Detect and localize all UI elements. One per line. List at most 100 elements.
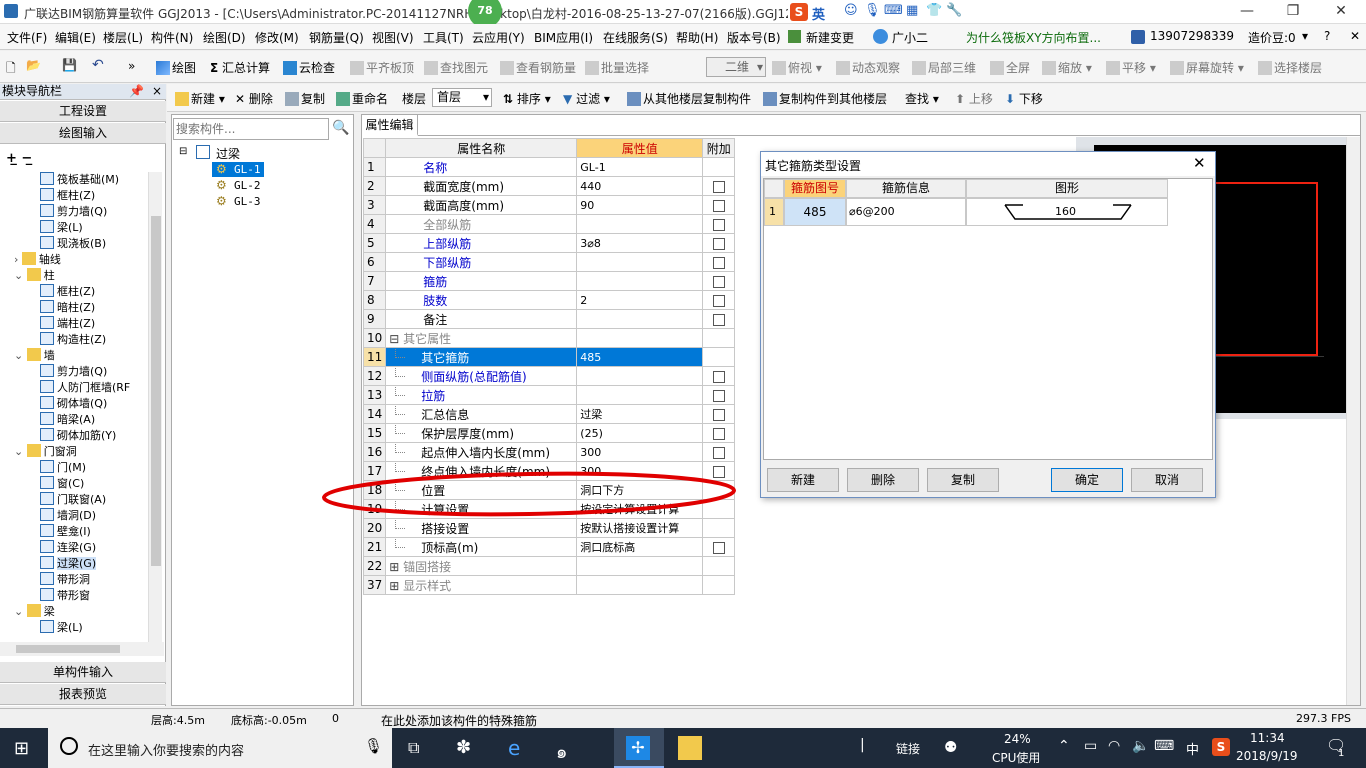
- tray-up-icon[interactable]: ⌃: [1058, 738, 1070, 754]
- menu-new-change[interactable]: 新建变更: [806, 29, 854, 46]
- nav-tree-item[interactable]: 壁龛(I): [40, 524, 91, 540]
- extra-checkbox[interactable]: [712, 427, 725, 440]
- nav-tree-item[interactable]: 暗梁(A): [40, 412, 95, 428]
- nav-tree-item[interactable]: 剪力墙(Q): [40, 204, 107, 220]
- toolbar-overflow-icon[interactable]: »: [128, 59, 135, 73]
- chevron-down-icon[interactable]: ⌄: [14, 269, 27, 282]
- property-row[interactable]: 8 肢数 2: [362, 290, 736, 310]
- property-value[interactable]: 90: [576, 195, 704, 215]
- nav-tree-item[interactable]: 连梁(G): [40, 540, 96, 556]
- fullscreen-button[interactable]: 全屏: [990, 59, 1030, 76]
- stirrup-shape-no[interactable]: 485: [784, 198, 846, 226]
- new-component-button[interactable]: 新建 ▾: [175, 90, 225, 107]
- collapse-icon[interactable]: ⊟: [389, 332, 403, 346]
- close-window-button[interactable]: ✕: [1318, 0, 1364, 24]
- property-row[interactable]: 2 截面宽度(mm) 440: [362, 176, 736, 196]
- draw-input-button[interactable]: 绘图输入: [0, 123, 166, 144]
- dialog-copy-button[interactable]: 复制: [927, 468, 999, 492]
- project-settings-button[interactable]: 工程设置: [0, 101, 166, 122]
- nav-tree-item[interactable]: 梁(L): [40, 220, 83, 236]
- menu-component[interactable]: 构件(N): [151, 29, 193, 46]
- sum-calc-button[interactable]: Σ 汇总计算: [210, 59, 270, 76]
- property-value[interactable]: [576, 556, 704, 576]
- stirrup-figure-cell[interactable]: 160: [966, 198, 1168, 226]
- copy-from-floor-button[interactable]: 从其他楼层复制构件: [627, 90, 751, 107]
- nav-tree-item[interactable]: 门(M): [40, 460, 86, 476]
- nav-tree-item[interactable]: 过梁(G): [40, 556, 97, 572]
- mic-icon[interactable]: 🎙: [864, 3, 881, 18]
- property-value[interactable]: [576, 366, 704, 386]
- shirt-icon[interactable]: 👕: [926, 3, 942, 18]
- dialog-delete-button[interactable]: 删除: [847, 468, 919, 492]
- dialog-new-button[interactable]: 新建: [767, 468, 839, 492]
- nav-tree-item[interactable]: 墙洞(D): [40, 508, 96, 524]
- property-value[interactable]: [576, 271, 704, 291]
- delete-component-button[interactable]: ✕ 删除: [235, 90, 273, 107]
- nav-tree-item[interactable]: 框柱(Z): [40, 284, 95, 300]
- property-value[interactable]: 2: [576, 290, 704, 310]
- nav-hscroll-thumb[interactable]: [16, 645, 120, 653]
- sogou-tray-icon[interactable]: S: [1212, 738, 1230, 756]
- tree-collapse-icon[interactable]: ⊟: [179, 146, 187, 157]
- expand-icon[interactable]: ⊞: [389, 579, 403, 593]
- nav-tree-item[interactable]: 带形窗: [40, 588, 90, 604]
- chevron-down-icon[interactable]: ⌄: [14, 445, 27, 458]
- copy-component-button[interactable]: 复制: [285, 90, 325, 107]
- tree-item-gl1[interactable]: GL-1: [234, 163, 261, 176]
- extra-checkbox[interactable]: [712, 389, 725, 402]
- copy-to-floor-button[interactable]: 复制构件到其他楼层: [763, 90, 887, 107]
- nav-tree-item[interactable]: 门联窗(A): [40, 492, 106, 508]
- dynamic-view-button[interactable]: 动态观察: [836, 59, 900, 76]
- search-icon[interactable]: 🔍: [332, 120, 349, 136]
- nav-tree-item[interactable]: ⌄ 柱: [14, 268, 55, 284]
- view-mode-select[interactable]: 二维 ▾: [706, 57, 766, 77]
- pan-button[interactable]: 平移 ▾: [1106, 59, 1156, 76]
- ggj-taskbar-button[interactable]: ✢: [614, 728, 664, 768]
- property-value[interactable]: 按默认搭接设置计算: [576, 518, 704, 538]
- property-row[interactable]: 5 上部纵筋 3⌀8: [362, 233, 736, 253]
- user-phone[interactable]: 13907298339: [1150, 29, 1234, 43]
- property-value[interactable]: [576, 214, 704, 234]
- move-down-button[interactable]: ⬇ 下移: [1005, 90, 1043, 107]
- ie-icon[interactable]: e: [508, 736, 520, 760]
- property-row[interactable]: 14 汇总信息 过梁: [362, 404, 736, 424]
- property-row[interactable]: 20 搭接设置 按默认搭接设置计算: [362, 518, 736, 538]
- nav-scroll-thumb[interactable]: [151, 216, 161, 566]
- nav-tree-item[interactable]: ⌄ 墙: [14, 348, 55, 364]
- menu-close-icon[interactable]: ✕: [1350, 29, 1360, 43]
- extra-checkbox[interactable]: [712, 446, 725, 459]
- nav-tree-item[interactable]: 人防门框墙(RF: [40, 380, 130, 396]
- pin-icon[interactable]: 📌: [129, 84, 144, 98]
- nav-tree-item[interactable]: 现浇板(B): [40, 236, 106, 252]
- task-view-icon[interactable]: ⧉: [408, 738, 419, 758]
- property-row[interactable]: 9 备注: [362, 309, 736, 329]
- expand-icon[interactable]: ⊞: [389, 560, 403, 574]
- extra-checkbox[interactable]: [712, 256, 725, 269]
- property-row[interactable]: 4 全部纵筋: [362, 214, 736, 234]
- dialog-ok-button[interactable]: 确定: [1051, 468, 1123, 492]
- extra-checkbox[interactable]: [712, 275, 725, 288]
- tray-link-label[interactable]: 链接: [896, 740, 920, 757]
- view-rebar-button[interactable]: 查看钢筋量: [500, 59, 576, 76]
- property-row[interactable]: 37 ⊞ 显示样式: [362, 575, 736, 595]
- menu-floor[interactable]: 楼层(L): [103, 29, 143, 46]
- dialog-close-icon[interactable]: ✕: [1193, 154, 1206, 172]
- dialog-cancel-button[interactable]: 取消: [1131, 468, 1203, 492]
- draw-button[interactable]: 绘图: [156, 59, 196, 76]
- wrench-icon[interactable]: 🔧: [946, 3, 962, 18]
- menu-file[interactable]: 文件(F): [7, 29, 47, 46]
- property-value[interactable]: (25): [576, 423, 704, 443]
- extra-checkbox[interactable]: [712, 294, 725, 307]
- property-value[interactable]: GL-1: [576, 157, 704, 177]
- extra-checkbox[interactable]: [712, 180, 725, 193]
- local-3d-button[interactable]: 局部三维: [912, 59, 976, 76]
- expand-all-icon[interactable]: +̲ −̲: [6, 151, 32, 166]
- nav-tree-item[interactable]: 暗柱(Z): [40, 300, 95, 316]
- menu-assistant[interactable]: 广小二: [892, 29, 928, 46]
- windows-start-icon[interactable]: ⊞: [14, 738, 29, 759]
- new-file-icon[interactable]: 🗋: [6, 59, 16, 80]
- chevron-down-icon[interactable]: ⌄: [14, 605, 27, 618]
- top-view-button[interactable]: 俯视 ▾: [772, 59, 822, 76]
- nav-tree-item[interactable]: ⌄ 门窗洞: [14, 444, 77, 460]
- fan-app-icon[interactable]: ✽: [456, 737, 471, 758]
